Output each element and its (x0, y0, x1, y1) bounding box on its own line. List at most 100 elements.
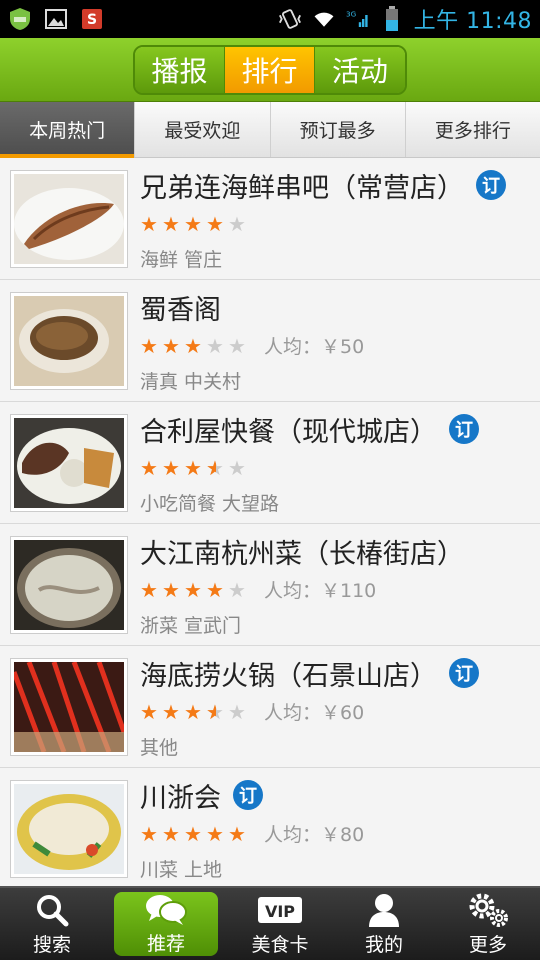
star-icon: ★ (162, 577, 180, 602)
cuisine-area-tags: 海鲜 管庄 (140, 248, 223, 271)
restaurant-photo (10, 535, 128, 634)
star-icon: ★ (228, 211, 246, 236)
star-icon: ★ (140, 821, 158, 846)
restaurant-photo (10, 169, 128, 268)
star-icon: ★ (228, 455, 246, 480)
subtab-more-rankings[interactable]: 更多排行 (406, 102, 540, 157)
restaurant-list: 兄弟连海鲜串吧（常营店） 订 ★ ★ ★ ★ ★ 海鲜 管庄 蜀香阁 ★ ★ ★ ★ ★ 人均：… (0, 158, 540, 890)
vibrate-icon (278, 7, 302, 31)
star-icon: ★ (228, 577, 246, 602)
nav-search[interactable]: 搜索 (0, 888, 104, 960)
nav-label: 美食卡 (251, 933, 309, 956)
star-icon: ★ (228, 333, 246, 358)
tab-ranking[interactable]: 排行 (225, 46, 315, 93)
list-item[interactable]: 川浙会 订 ★ ★ ★ ★ ★ 人均：￥80 川菜 上地 (0, 768, 540, 890)
restaurant-photo (10, 657, 128, 756)
subtab-most-popular[interactable]: 最受欢迎 (135, 102, 271, 157)
nav-food-card[interactable]: VIP 美食卡 (228, 888, 332, 960)
tab-broadcast[interactable]: 播报 (135, 46, 225, 93)
star-icon: ★ (184, 699, 202, 724)
gallery-icon (44, 7, 68, 31)
tab-events[interactable]: 活动 (315, 46, 405, 93)
booking-badge-icon: 订 (449, 658, 479, 688)
booking-badge-icon: 订 (476, 170, 506, 200)
nav-recommend[interactable]: 推荐 (114, 892, 218, 956)
app-notification-icon: S (80, 7, 104, 31)
star-icon: ★ (206, 702, 226, 722)
clock: 上午 11:48 (413, 9, 532, 34)
star-rating: ★ ★ ★ ★ ★ (140, 824, 248, 844)
vip-badge-text: VIP (265, 902, 295, 921)
gears-icon (466, 892, 510, 928)
subtab-weekly-hot[interactable]: 本周热门 (0, 102, 136, 158)
star-icon: ★ (162, 211, 180, 236)
restaurant-photo (10, 779, 128, 878)
restaurant-name: 兄弟连海鲜串吧（常营店） (140, 172, 464, 204)
star-rating: ★ ★ ★ ★ ★ (140, 458, 248, 478)
cuisine-area-tags: 浙菜 宣武门 (140, 614, 242, 637)
list-item[interactable]: 大江南杭州菜（长椿街店） ★ ★ ★ ★ ★ 人均：￥110 浙菜 宣武门 (0, 524, 540, 646)
list-item[interactable]: 合利屋快餐（现代城店） 订 ★★★★★ 小吃简餐 大望路 (0, 402, 540, 524)
star-icon: ★ (184, 577, 202, 602)
star-icon: ★ (228, 821, 246, 846)
battery-icon (380, 6, 404, 31)
chat-icon (144, 892, 188, 927)
restaurant-name: 川浙会 (140, 782, 221, 814)
star-icon: ★ (184, 455, 202, 480)
user-icon (367, 892, 401, 928)
star-icon: ★ (140, 211, 158, 236)
subtab-most-booked[interactable]: 预订最多 (271, 102, 406, 157)
ranking-subtabs: 本周热门 最受欢迎 预订最多 更多排行 (0, 102, 540, 158)
star-rating: ★ ★ ★ ★ ★ (140, 702, 248, 722)
star-icon: ★ (206, 333, 224, 358)
signal-3g-icon: 3G (346, 7, 370, 31)
top-header: 播报 排行 活动 (0, 38, 540, 102)
nav-label: 我的 (364, 933, 403, 956)
star-icon: ★ (162, 821, 180, 846)
nav-mine[interactable]: 我的 (332, 888, 436, 960)
section-switcher: 播报 排行 活动 (133, 44, 407, 95)
star-icon: ★ (140, 577, 158, 602)
star-rating: ★ ★ ★ ★ ★ (140, 580, 248, 600)
star-icon: ★ (206, 211, 224, 236)
cuisine-area-tags: 清真 中关村 (140, 370, 242, 393)
booking-badge-icon: 订 (233, 780, 263, 810)
cuisine-area-tags: 小吃简餐 大望路 (140, 492, 280, 515)
star-icon: ★ (206, 577, 224, 602)
average-price: 人均：￥60 (264, 702, 365, 724)
restaurant-photo (10, 413, 128, 512)
star-icon: ★ (140, 455, 158, 480)
star-icon: ★ (228, 699, 246, 724)
search-icon (34, 892, 70, 928)
restaurant-name: 大江南杭州菜（长椿街店） (140, 538, 464, 570)
star-rating: ★ ★ ★ ★ ★ (140, 336, 248, 356)
nav-more[interactable]: 更多 (436, 888, 540, 960)
nav-label: 搜索 (32, 933, 71, 956)
cuisine-area-tags: 川菜 上地 (140, 858, 223, 881)
list-item[interactable]: 海底捞火锅（石景山店） 订 ★★★★★ 人均：￥60 其他 (0, 646, 540, 768)
star-icon: ★ (140, 699, 158, 724)
restaurant-name: 海底捞火锅（石景山店） (140, 660, 437, 692)
restaurant-name: 蜀香阁 (140, 294, 221, 326)
nav-label: 更多 (468, 933, 507, 956)
nav-label: 推荐 (146, 933, 185, 955)
star-rating: ★ ★ ★ ★ ★ (140, 214, 248, 234)
star-icon: ★ (162, 455, 180, 480)
star-icon: ★ (162, 699, 180, 724)
average-price: 人均：￥80 (264, 824, 365, 846)
restaurant-photo (10, 291, 128, 390)
list-item[interactable]: 兄弟连海鲜串吧（常营店） 订 ★ ★ ★ ★ ★ 海鲜 管庄 (0, 158, 540, 280)
average-price: 人均：￥110 (264, 580, 377, 602)
star-icon: ★ (184, 333, 202, 358)
star-icon: ★ (140, 333, 158, 358)
cuisine-area-tags: 其他 (140, 736, 179, 759)
svg-text:S: S (87, 12, 97, 28)
average-price: 人均：￥50 (264, 336, 365, 358)
booking-badge-icon: 订 (449, 414, 479, 444)
star-icon: ★ (162, 333, 180, 358)
vip-card-icon: VIP (257, 892, 303, 928)
list-item[interactable]: 蜀香阁 ★ ★ ★ ★ ★ 人均：￥50 清真 中关村 (0, 280, 540, 402)
wifi-icon (312, 7, 336, 31)
star-icon: ★ (206, 821, 224, 846)
star-icon: ★ (206, 458, 226, 478)
